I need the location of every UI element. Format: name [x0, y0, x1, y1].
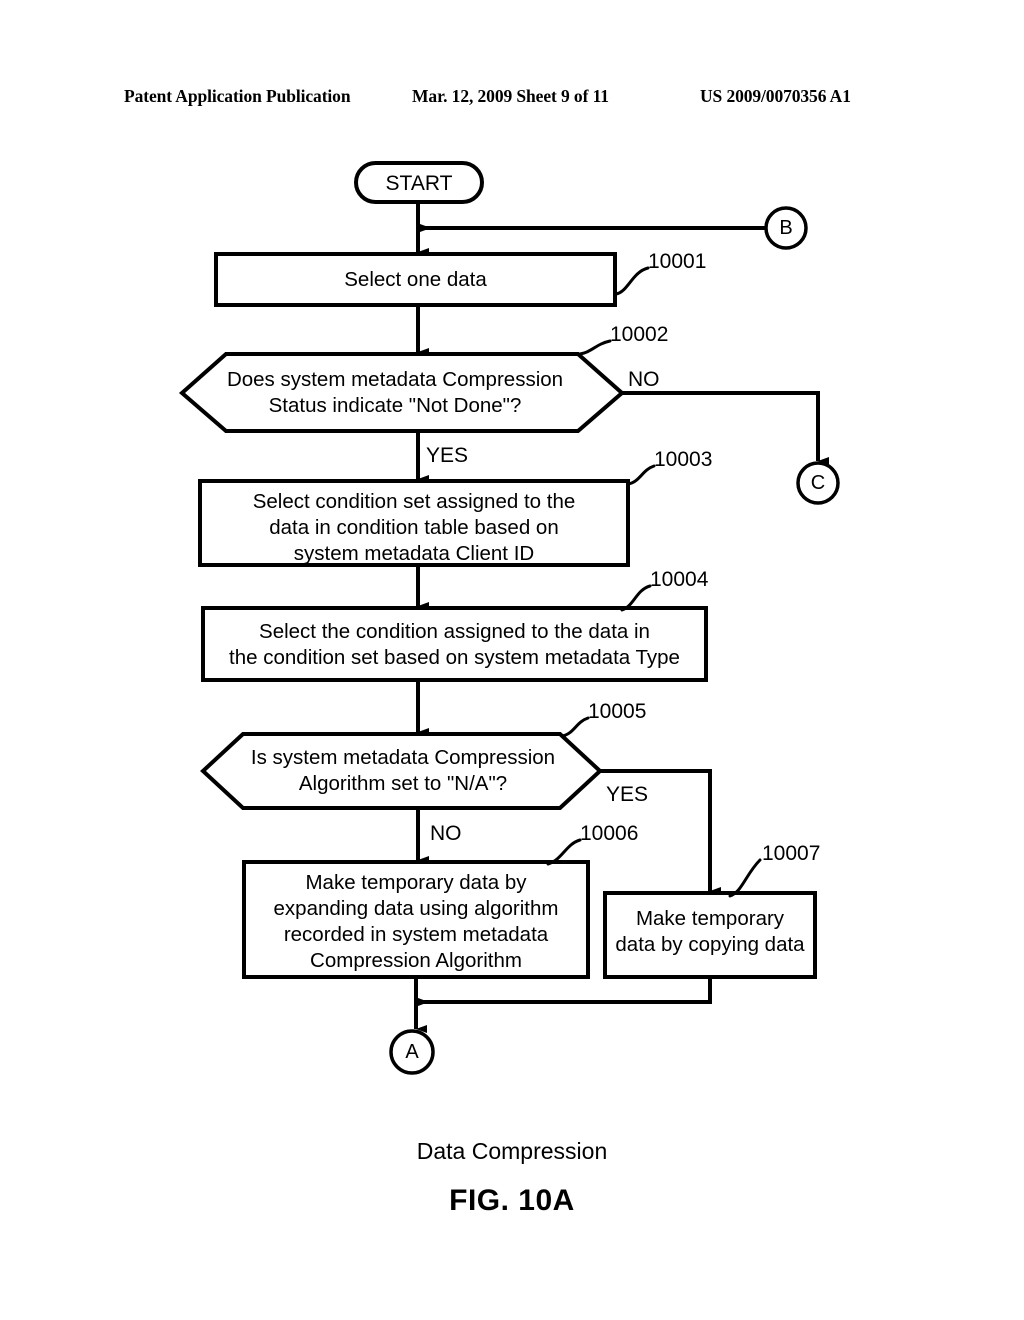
- branch-label-10005-no: NO: [430, 822, 462, 845]
- leader-10001: [614, 266, 650, 296]
- ref-number-10003: 10003: [654, 448, 713, 471]
- flow-10002-no-to-c: [622, 391, 829, 465]
- branch-label-10002-yes: YES: [426, 444, 469, 467]
- ref-number-10002: 10002: [610, 323, 669, 346]
- ref-number-10006: 10006: [580, 822, 639, 845]
- leader-10005: [560, 716, 590, 738]
- leader-10002: [578, 339, 612, 356]
- flowchart-figure: START Select one data Does system metada…: [0, 0, 1024, 1320]
- branch-label-10005-yes: YES: [606, 783, 649, 806]
- node-10001-text: Select one data: [344, 268, 487, 291]
- leader-10003: [626, 464, 656, 486]
- ref-number-10005: 10005: [588, 700, 647, 723]
- node-10006-text: Make temporary data by expanding data us…: [273, 871, 559, 972]
- figure-number-label: FIG. 10A: [449, 1184, 575, 1217]
- ref-number-10001: 10001: [648, 250, 707, 273]
- ref-number-10007: 10007: [762, 842, 821, 865]
- connector-c-label: C: [810, 472, 826, 494]
- node-10004-text: Select the condition assigned to the dat…: [229, 620, 680, 669]
- branch-label-10002-no: NO: [628, 368, 660, 391]
- figure-caption: Data Compression: [416, 1138, 608, 1164]
- node-10002-text: Does system metadata Compression Status …: [226, 368, 564, 417]
- connector-a-label: A: [405, 1041, 419, 1063]
- node-10005-text: Is system metadata Compression Algorithm…: [250, 746, 556, 795]
- leader-10007: [728, 858, 762, 898]
- connector-b-label: B: [779, 217, 793, 239]
- node-start-label: START: [385, 172, 453, 195]
- node-10007-text: Make temporary data by copying data: [615, 907, 805, 956]
- node-10003-text: Select condition set assigned to the dat…: [252, 490, 576, 565]
- ref-number-10004: 10004: [650, 568, 709, 591]
- flow-10007-to-merge: [418, 977, 712, 1006]
